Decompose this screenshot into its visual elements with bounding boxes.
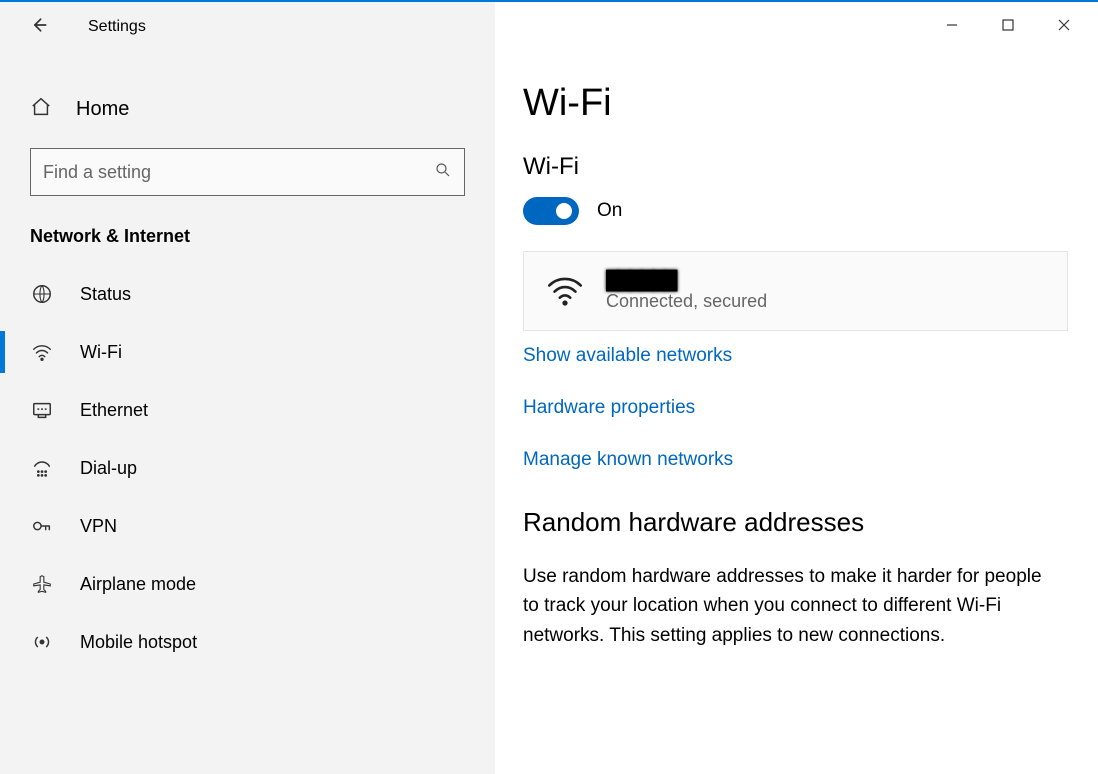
- network-status: Connected, secured: [606, 291, 767, 312]
- back-arrow-icon: [29, 15, 49, 39]
- back-button[interactable]: [24, 12, 54, 42]
- toggle-knob: [556, 203, 572, 219]
- sidebar-item-label: Ethernet: [80, 400, 148, 421]
- sidebar-item-label: Airplane mode: [80, 574, 196, 595]
- wifi-signal-icon: [544, 268, 586, 314]
- search-box[interactable]: [30, 148, 465, 196]
- sidebar-item-wifi[interactable]: Wi-Fi: [0, 323, 495, 381]
- maximize-button[interactable]: [980, 8, 1036, 46]
- wifi-toggle-row: On: [523, 197, 1068, 225]
- minimize-button[interactable]: [924, 8, 980, 46]
- sidebar-nav-list: Status Wi-Fi Ethernet Dial-up: [0, 265, 495, 671]
- minimize-icon: [945, 18, 959, 36]
- sidebar-home[interactable]: Home: [0, 86, 495, 132]
- app-frame: Settings Home Network & Internet Stat: [0, 2, 1098, 774]
- wifi-links: Show available networks Hardware propert…: [523, 345, 1068, 471]
- network-name: ██████: [606, 270, 767, 291]
- dialup-icon: [30, 457, 54, 479]
- globe-icon: [30, 283, 54, 305]
- main-content: Wi-Fi Wi-Fi On ██████ Connected, secured…: [495, 2, 1098, 774]
- random-hw-body: Use random hardware addresses to make it…: [523, 562, 1043, 650]
- hotspot-icon: [30, 631, 54, 653]
- vpn-icon: [30, 515, 54, 537]
- sidebar-item-label: Wi-Fi: [80, 342, 122, 363]
- close-button[interactable]: [1036, 8, 1092, 46]
- search-input[interactable]: [43, 162, 434, 183]
- airplane-icon: [30, 573, 54, 595]
- sidebar-item-label: Status: [80, 284, 131, 305]
- titlebar-left: Settings: [0, 8, 495, 46]
- sidebar-item-label: Mobile hotspot: [80, 632, 197, 653]
- connected-network-card[interactable]: ██████ Connected, secured: [523, 251, 1068, 331]
- wifi-toggle[interactable]: [523, 197, 579, 225]
- network-info: ██████ Connected, secured: [606, 270, 767, 312]
- sidebar-item-dialup[interactable]: Dial-up: [0, 439, 495, 497]
- search-wrap: [0, 132, 495, 196]
- sidebar-item-hotspot[interactable]: Mobile hotspot: [0, 613, 495, 671]
- sidebar: Settings Home Network & Internet Stat: [0, 2, 495, 774]
- sidebar-item-label: VPN: [80, 516, 117, 537]
- sidebar-home-label: Home: [76, 98, 129, 121]
- wifi-section-heading: Wi-Fi: [523, 153, 1068, 181]
- link-show-networks[interactable]: Show available networks: [523, 345, 1068, 367]
- app-title: Settings: [88, 18, 146, 36]
- maximize-icon: [1001, 18, 1015, 36]
- sidebar-item-vpn[interactable]: VPN: [0, 497, 495, 555]
- random-hw-heading: Random hardware addresses: [523, 507, 1068, 538]
- sidebar-item-label: Dial-up: [80, 458, 137, 479]
- ethernet-icon: [30, 399, 54, 421]
- window-controls: [924, 8, 1092, 46]
- sidebar-item-ethernet[interactable]: Ethernet: [0, 381, 495, 439]
- sidebar-item-status[interactable]: Status: [0, 265, 495, 323]
- sidebar-item-airplane[interactable]: Airplane mode: [0, 555, 495, 613]
- wifi-toggle-label: On: [597, 200, 622, 222]
- wifi-icon: [30, 341, 54, 363]
- sidebar-category-heading: Network & Internet: [0, 196, 495, 265]
- close-icon: [1057, 18, 1071, 36]
- search-icon: [434, 161, 452, 183]
- link-hardware-properties[interactable]: Hardware properties: [523, 397, 1068, 419]
- home-icon: [30, 96, 52, 122]
- link-manage-known-networks[interactable]: Manage known networks: [523, 449, 1068, 471]
